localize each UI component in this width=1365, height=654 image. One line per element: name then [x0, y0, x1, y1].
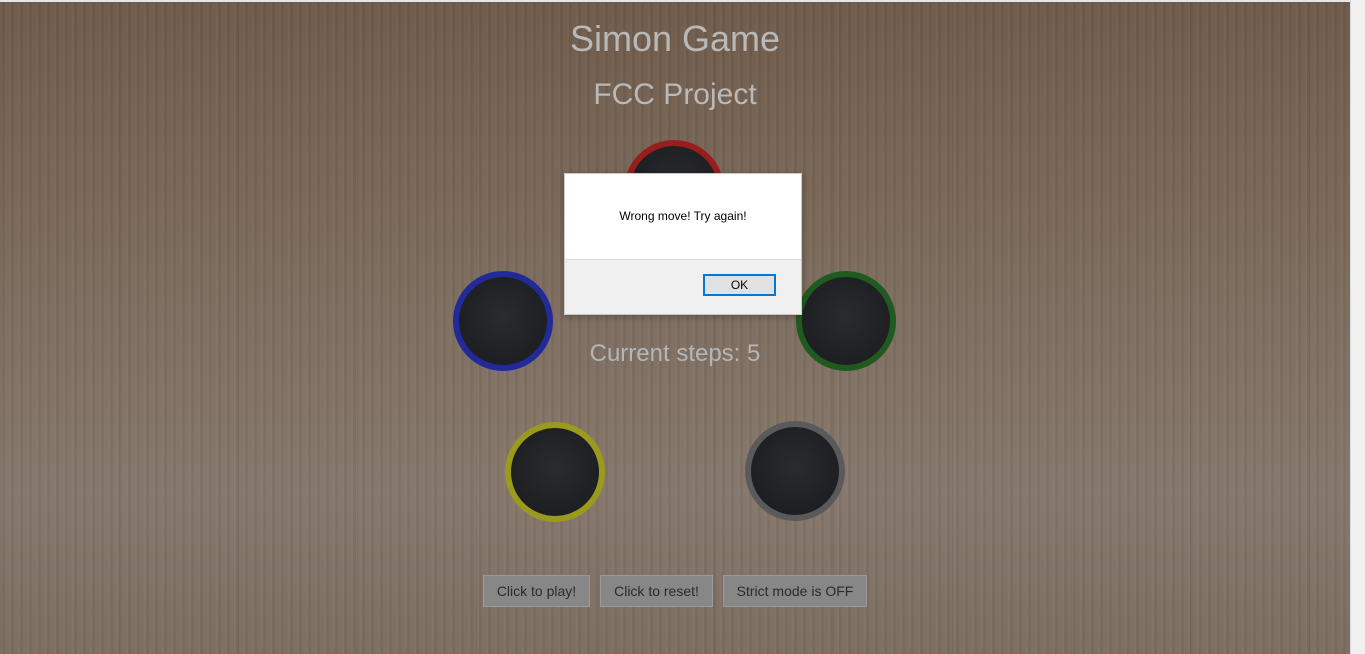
alert-dialog: Wrong move! Try again! OK	[564, 173, 802, 315]
strict-mode-button[interactable]: Strict mode is OFF	[723, 575, 867, 607]
window-top-border	[0, 0, 1350, 2]
step-counter: Current steps: 5	[589, 340, 761, 367]
yellow-pad[interactable]	[505, 422, 605, 522]
alert-ok-button[interactable]: OK	[703, 274, 776, 296]
alert-message: Wrong move! Try again!	[619, 209, 747, 223]
game-title: Simon Game	[569, 18, 781, 59]
vertical-scrollbar[interactable]	[1350, 0, 1365, 654]
gray-pad[interactable]	[745, 421, 845, 521]
play-button[interactable]: Click to play!	[483, 575, 590, 607]
reset-button[interactable]: Click to reset!	[600, 575, 713, 607]
game-subtitle: FCC Project	[593, 78, 757, 111]
alert-footer: OK	[565, 259, 801, 314]
